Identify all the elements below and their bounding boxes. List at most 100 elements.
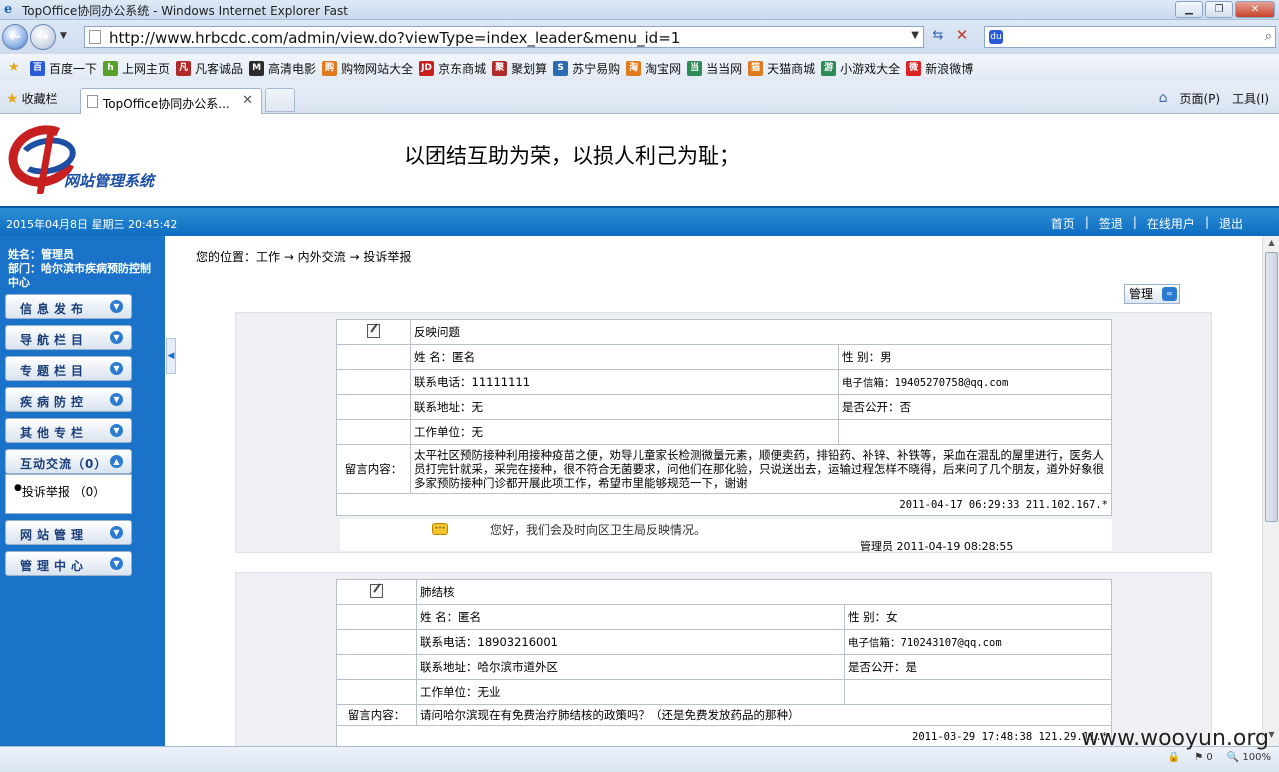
- is-public: 是否公开：否: [838, 394, 1112, 420]
- favorite-link-label: 淘宝网: [645, 62, 682, 76]
- favorite-link[interactable]: 猫天猫商城: [748, 60, 815, 77]
- tab-topoffice[interactable]: TopOffice协同办公系... ✕: [80, 88, 262, 114]
- favorite-link-label: 京东商城: [438, 62, 487, 76]
- reply-text: 您好，我们会及时向区卫生局反映情况。: [490, 523, 707, 537]
- edit-note-icon[interactable]: [370, 583, 383, 598]
- favorite-link-label: 苏宁易购: [572, 62, 621, 76]
- close-tab-icon[interactable]: ✕: [242, 93, 253, 108]
- tools-menu[interactable]: 工具(I): [1232, 90, 1269, 107]
- sidebar-item-admin-center[interactable]: 管理中心 ▼: [5, 551, 132, 576]
- back-button[interactable]: ←: [2, 24, 28, 50]
- zoom-level[interactable]: 🔍 100%: [1227, 752, 1271, 763]
- separator: |: [1084, 215, 1089, 229]
- sidebar-item-nav-columns[interactable]: 导航栏目 ▼: [5, 325, 132, 350]
- favorite-link[interactable]: h 上网主页: [103, 60, 170, 77]
- scroll-up-icon[interactable]: ▲: [1265, 238, 1278, 252]
- message-entry: 反映问题 姓 名：匿名 性 别：男 联系电话：11111111 电子信箱：194…: [235, 312, 1212, 553]
- submenu-complaints[interactable]: ●投诉举报 （0）: [5, 474, 132, 514]
- popup-count[interactable]: ⚑ 0: [1194, 752, 1213, 763]
- sign-out-link[interactable]: 签退: [1099, 215, 1123, 232]
- submitter-address: 联系地址：无: [410, 394, 839, 420]
- command-bar: ⌂ 页面(P) 工具(I): [1159, 90, 1269, 107]
- sidebar-item-site-management[interactable]: 网站管理 ▼: [5, 520, 132, 545]
- favorite-link[interactable]: JD 京东商城: [419, 60, 486, 77]
- security-zone-icon: 🔒: [1167, 752, 1181, 763]
- sidebar-item-label: 疾病防控: [20, 395, 89, 409]
- vertical-scrollbar[interactable]: ▲ ▼: [1262, 236, 1279, 746]
- top-links: 首页 | 签退 | 在线用户 | 退出: [1051, 215, 1243, 232]
- user-info: 姓名：管理员 部门：哈尔滨市疾病预防控制中心: [8, 248, 158, 290]
- search-input[interactable]: du ⌕: [984, 26, 1276, 48]
- favorite-link-label: 百度一下: [49, 62, 98, 76]
- link-icon: ∞: [1162, 287, 1177, 301]
- favorite-link[interactable]: 游小游戏大全: [821, 60, 900, 77]
- favorite-link[interactable]: 淘淘宝网: [626, 60, 681, 77]
- submitter-workplace: 工作单位：无业: [416, 679, 845, 705]
- bullet-icon: ●: [14, 483, 22, 493]
- url-text[interactable]: http://www.hrbcdc.com/admin/view.do?view…: [109, 29, 680, 47]
- edit-note-icon[interactable]: [367, 323, 380, 338]
- favorite-link[interactable]: 聚聚划算: [492, 60, 547, 77]
- online-users-link[interactable]: 在线用户: [1147, 215, 1195, 232]
- forward-button[interactable]: →: [30, 24, 56, 50]
- favorites-button[interactable]: ★ 收藏栏: [6, 90, 58, 107]
- chevron-down-icon[interactable]: ▼: [911, 30, 919, 41]
- page-menu[interactable]: 页面(P): [1179, 90, 1220, 107]
- site-logo[interactable]: 网站管理系统: [0, 115, 166, 198]
- restore-button[interactable]: ❐: [1205, 1, 1233, 18]
- user-department: 部门：哈尔滨市疾病预防控制中心: [8, 262, 151, 289]
- favorite-link[interactable]: 凡凡客诚品: [176, 60, 243, 77]
- sidebar: 姓名：管理员 部门：哈尔滨市疾病预防控制中心 信息发布 ▼ 导航栏目 ▼ 专题栏目 ▼…: [0, 236, 165, 746]
- window-title: TopOffice协同办公系统 - Windows Internet Explo…: [22, 4, 348, 18]
- empty-cell: [844, 679, 1112, 705]
- sidebar-item-label: 其他专栏: [20, 426, 89, 440]
- favorite-link[interactable]: 百百度一下: [30, 60, 97, 77]
- minimize-button[interactable]: ▁: [1175, 1, 1203, 18]
- sidebar-item-interaction[interactable]: 互动交流（0） ▲: [5, 449, 132, 474]
- sidebar-item-disease-control[interactable]: 疾病防控 ▼: [5, 387, 132, 412]
- separator: |: [1204, 215, 1209, 229]
- add-favorite-icon[interactable]: ★: [8, 60, 20, 75]
- subject: 肺结核: [416, 579, 1112, 605]
- favorite-link-label: 高清电影: [268, 62, 317, 76]
- search-icon[interactable]: ⌕: [1265, 29, 1272, 44]
- message-table: 反映问题 姓 名：匿名 性 别：男 联系电话：11111111 电子信箱：194…: [336, 319, 1112, 516]
- sidebar-item-label: 信息发布: [20, 302, 89, 316]
- logout-link[interactable]: 退出: [1219, 215, 1243, 232]
- sidebar-item-topic-columns[interactable]: 专题栏目 ▼: [5, 356, 132, 381]
- submitter-email: 电子信箱：19405270758@qq.com: [838, 369, 1112, 395]
- history-dropdown-icon[interactable]: ▼: [60, 31, 67, 41]
- favorite-link[interactable]: 当当当网: [687, 60, 742, 77]
- sidebar-item-other-columns[interactable]: 其他专栏 ▼: [5, 418, 132, 443]
- favorite-link-label: 新浪微博: [925, 62, 974, 76]
- sidebar-collapse-handle[interactable]: ◀: [166, 338, 176, 374]
- empty-cell: [336, 344, 411, 370]
- tab-title: TopOffice协同办公系...: [103, 97, 230, 111]
- favorite-link[interactable]: S 苏宁易购: [553, 60, 620, 77]
- empty-cell: [336, 369, 411, 395]
- scroll-thumb[interactable]: [1265, 252, 1278, 522]
- close-window-button[interactable]: ✕: [1235, 1, 1275, 18]
- sidebar-item-info-publish[interactable]: 信息发布 ▼: [5, 294, 132, 319]
- manage-button[interactable]: 管理 ∞: [1124, 284, 1180, 304]
- favorite-link[interactable]: 购购物网站大全: [322, 60, 413, 77]
- chevron-down-icon: ▼: [110, 362, 123, 375]
- home-link[interactable]: 首页: [1051, 215, 1075, 232]
- message-body: 太平社区预防接种利用接种疫苗之便，劝导儿童家长检测微量元素，顺便卖药，排铅药、补…: [410, 444, 1112, 494]
- stop-icon[interactable]: ✕: [952, 26, 972, 46]
- logo-text: 网站管理系统: [64, 172, 155, 190]
- favorite-link[interactable]: M 高清电影: [249, 60, 316, 77]
- message-meta: 2011-03-29 17:48:38 121.29.11.*: [336, 725, 1112, 746]
- edit-cell: [336, 319, 411, 345]
- site-favicon-icon: 购: [322, 61, 338, 76]
- home-icon[interactable]: ⌂: [1159, 90, 1168, 107]
- empty-cell: [336, 679, 417, 705]
- favorites-links-bar: ★ 百百度一下 h 上网主页凡凡客诚品 M 高清电影购购物网站大全 JD 京东商城聚聚划算 S…: [0, 54, 1279, 82]
- favorite-link[interactable]: 微新浪微博: [906, 60, 973, 77]
- new-tab-button[interactable]: [265, 88, 295, 112]
- site-favicon-icon: 凡: [176, 61, 192, 76]
- refresh-icon[interactable]: ⇆: [928, 28, 948, 46]
- site-favicon-icon: 百: [30, 61, 45, 76]
- sidebar-item-label: 网站管理: [20, 528, 89, 542]
- address-field[interactable]: http://www.hrbcdc.com/admin/view.do?view…: [84, 26, 924, 48]
